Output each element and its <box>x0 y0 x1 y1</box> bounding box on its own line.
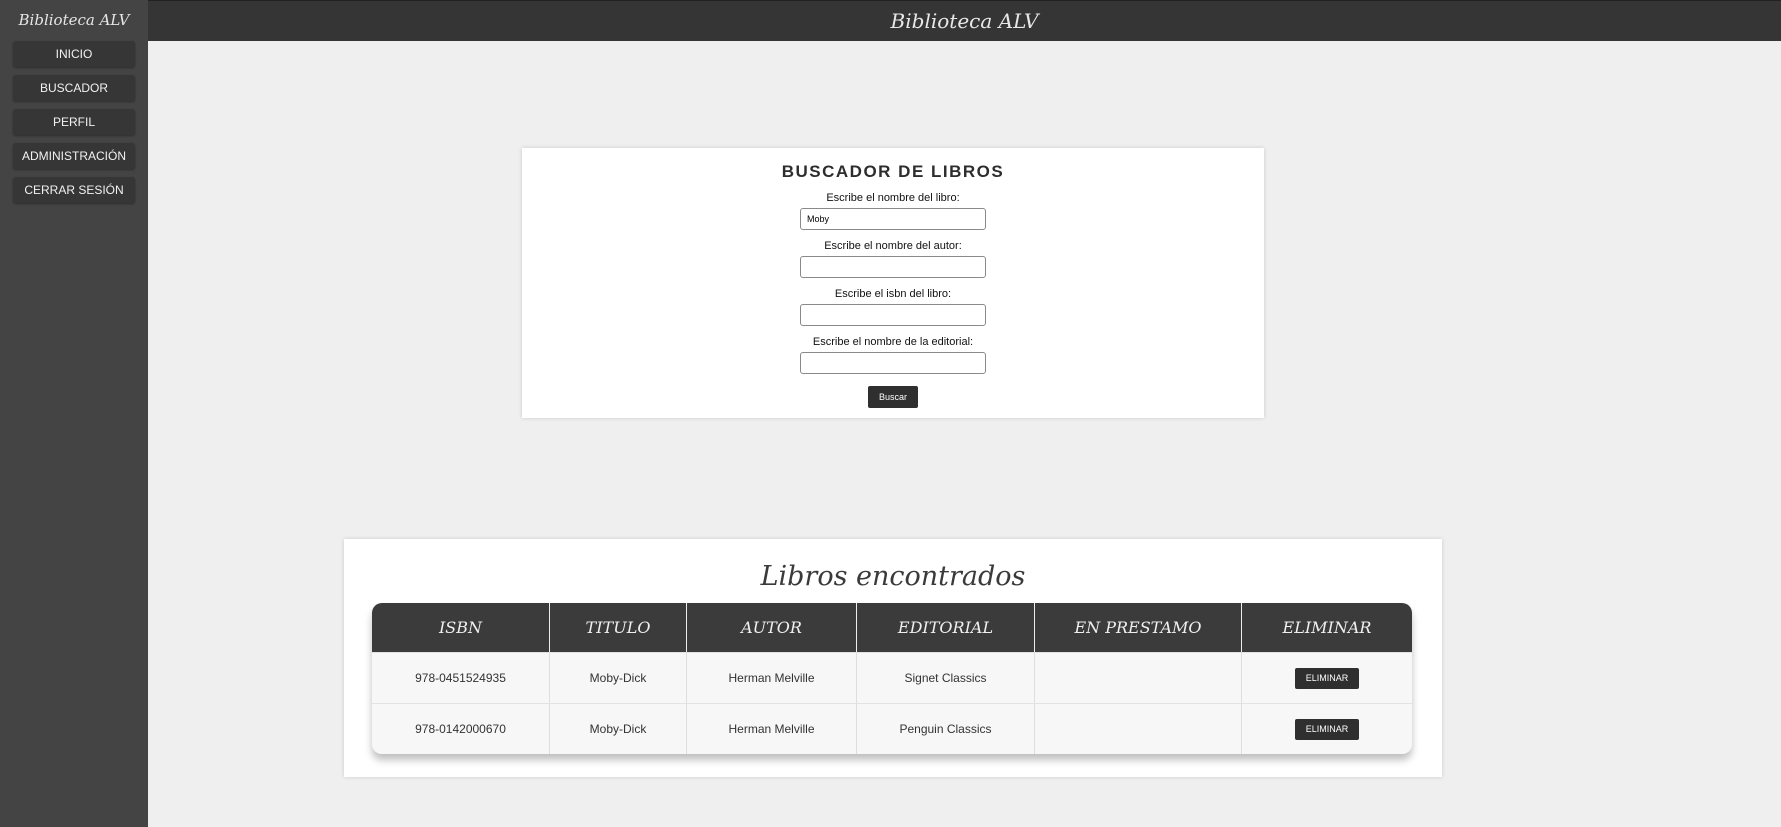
column-header-en-prestamo: EN PRESTAMO <box>1035 603 1242 652</box>
table-header-row: ISBN TITULO AUTOR EDITORIAL EN PRESTAMO … <box>372 603 1412 652</box>
cell-titulo: Moby-Dick <box>550 652 687 703</box>
cell-editorial: Penguin Classics <box>857 703 1035 754</box>
author-name-label: Escribe el nombre del autor: <box>824 240 962 252</box>
book-name-label: Escribe el nombre del libro: <box>826 192 960 204</box>
cell-en-prestamo <box>1035 703 1242 754</box>
page-title: Biblioteca ALV <box>890 9 1039 33</box>
search-button[interactable]: Buscar <box>867 386 918 408</box>
results-card: Libros encontrados ISBN TITULO AUTOR EDI… <box>344 539 1442 777</box>
results-table: ISBN TITULO AUTOR EDITORIAL EN PRESTAMO … <box>372 603 1412 754</box>
sidebar-item-perfil[interactable]: PERFIL <box>13 109 135 135</box>
table-row: 978-0142000670 Moby-Dick Herman Melville… <box>372 703 1412 754</box>
cell-isbn: 978-0451524935 <box>372 652 550 703</box>
column-header-titulo: TITULO <box>550 603 687 652</box>
sidebar-item-buscador[interactable]: BUSCADOR <box>13 75 135 101</box>
cell-autor: Herman Melville <box>687 703 857 754</box>
cell-en-prestamo <box>1035 652 1242 703</box>
search-form-card: BUSCADOR DE LIBROS Escribe el nombre del… <box>522 148 1264 418</box>
author-name-input[interactable] <box>800 256 986 278</box>
cell-eliminar: ELIMINAR <box>1242 703 1412 754</box>
top-header: Biblioteca ALV <box>148 0 1781 41</box>
column-header-editorial: EDITORIAL <box>857 603 1035 652</box>
cell-editorial: Signet Classics <box>857 652 1035 703</box>
book-name-input[interactable] <box>800 208 986 230</box>
cell-autor: Herman Melville <box>687 652 857 703</box>
column-header-isbn: ISBN <box>372 603 550 652</box>
column-header-autor: AUTOR <box>687 603 857 652</box>
sidebar: Biblioteca ALV INICIO BUSCADOR PERFIL AD… <box>0 0 148 827</box>
cell-eliminar: ELIMINAR <box>1242 652 1412 703</box>
sidebar-item-administracion[interactable]: ADMINISTRACIÓN <box>13 143 135 169</box>
column-header-eliminar: ELIMINAR <box>1242 603 1412 652</box>
publisher-name-label: Escribe el nombre de la editorial: <box>812 336 974 348</box>
isbn-label: Escribe el isbn del libro: <box>834 288 952 300</box>
sidebar-item-cerrar-sesion[interactable]: CERRAR SESIÓN <box>13 177 135 203</box>
results-title: Libros encontrados <box>760 561 1026 592</box>
publisher-name-input[interactable] <box>800 352 986 374</box>
search-form-title: BUSCADOR DE LIBROS <box>781 162 1005 181</box>
delete-button[interactable]: ELIMINAR <box>1294 718 1360 740</box>
sidebar-brand: Biblioteca ALV <box>18 11 130 29</box>
table-row: 978-0451524935 Moby-Dick Herman Melville… <box>372 652 1412 703</box>
delete-button[interactable]: ELIMINAR <box>1294 667 1360 689</box>
cell-isbn: 978-0142000670 <box>372 703 550 754</box>
cell-titulo: Moby-Dick <box>550 703 687 754</box>
isbn-input[interactable] <box>800 304 986 326</box>
sidebar-item-inicio[interactable]: INICIO <box>13 41 135 67</box>
